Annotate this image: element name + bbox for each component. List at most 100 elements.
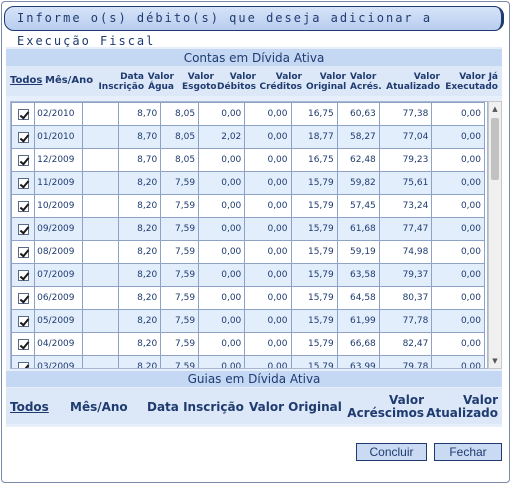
table-row: 11/2009 8,20 7,59 0,00 0,00 15,79 59,82 75,61 0,… <box>11 171 485 195</box>
cell-valor-esgoto: 7,59 <box>160 309 200 333</box>
cell-valor-agua: 8,20 <box>118 355 162 368</box>
checkbox-checked-icon[interactable] <box>17 154 29 166</box>
cell-data-inscricao <box>82 263 120 287</box>
checkbox-checked-icon[interactable] <box>17 200 29 212</box>
checkbox-checked-icon[interactable] <box>17 292 29 304</box>
cell-mes-ano: 12/2009 <box>34 148 84 172</box>
table-row: 12/2009 8,70 8,05 0,00 0,00 16,75 62,48 79,23 0,… <box>11 148 485 172</box>
cell-data-inscricao <box>82 309 120 333</box>
cell-valor-debitos: 0,00 <box>198 332 246 356</box>
cell-valor-atualizado: 77,04 <box>378 125 433 149</box>
cell-valor-ja-executado: 0,00 <box>431 217 485 241</box>
guias-select-all-link[interactable]: Todos <box>10 401 49 414</box>
cell-valor-acres: 61,99 <box>336 309 380 333</box>
checkbox-checked-icon[interactable] <box>17 269 29 281</box>
table-row: 01/2010 8,70 8,05 2,02 0,00 18,77 58,27 77,04 0,… <box>11 125 485 149</box>
cell-valor-original: 15,79 <box>290 194 338 218</box>
table-row: 02/2010 8,70 8,05 0,00 0,00 16,75 60,63 77,38 0,… <box>11 102 485 126</box>
guias-header-data-inscricao: Data Inscrição <box>147 400 244 414</box>
select-all-link[interactable]: Todos <box>10 76 42 86</box>
cell-valor-atualizado: 77,78 <box>378 309 433 333</box>
row-checkbox[interactable] <box>11 240 36 264</box>
checkbox-checked-icon[interactable] <box>17 315 29 327</box>
checkbox-checked-icon[interactable] <box>17 246 29 258</box>
cell-valor-atualizado: 73,24 <box>378 194 433 218</box>
cell-valor-creditos: 0,00 <box>244 332 292 356</box>
cell-valor-acres: 59,82 <box>336 171 380 195</box>
cell-valor-agua: 8,20 <box>118 171 162 195</box>
cell-valor-ja-executado: 0,00 <box>431 309 485 333</box>
row-checkbox[interactable] <box>11 263 36 287</box>
cell-valor-creditos: 0,00 <box>244 286 292 310</box>
cell-valor-acres: 63,99 <box>336 355 380 368</box>
cell-valor-original: 18,77 <box>290 125 338 149</box>
header-valor-agua: Valor Água <box>147 72 174 92</box>
row-checkbox[interactable] <box>11 148 36 172</box>
cell-valor-acres: 63,58 <box>336 263 380 287</box>
row-checkbox[interactable] <box>11 171 36 195</box>
cell-valor-original: 16,75 <box>290 148 338 172</box>
cell-mes-ano: 03/2009 <box>34 355 84 368</box>
cell-valor-acres: 66,68 <box>336 332 380 356</box>
cell-valor-atualizado: 79,23 <box>378 148 433 172</box>
row-checkbox[interactable] <box>11 309 36 333</box>
cell-valor-ja-executado: 0,00 <box>431 240 485 264</box>
header-data-inscricao: Data Inscrição <box>98 72 144 92</box>
cell-valor-creditos: 0,00 <box>244 125 292 149</box>
row-checkbox[interactable] <box>11 125 36 149</box>
cell-data-inscricao <box>82 194 120 218</box>
checkbox-checked-icon[interactable] <box>17 131 29 143</box>
cell-valor-esgoto: 7,59 <box>160 217 200 241</box>
cell-mes-ano: 02/2010 <box>34 102 84 126</box>
cell-valor-debitos: 0,00 <box>198 309 246 333</box>
contas-table: 02/2010 8,70 8,05 0,00 0,00 16,75 60,63 77,38 0,… <box>11 102 485 368</box>
contas-scrollbar[interactable]: ▲ ▼ <box>488 101 502 369</box>
cell-data-inscricao <box>82 286 120 310</box>
cell-valor-agua: 8,20 <box>118 332 162 356</box>
row-checkbox[interactable] <box>11 286 36 310</box>
cell-valor-agua: 8,20 <box>118 309 162 333</box>
table-row: 10/2009 8,20 7,59 0,00 0,00 15,79 57,45 73,24 0,… <box>11 194 485 218</box>
cell-valor-agua: 8,20 <box>118 286 162 310</box>
row-checkbox[interactable] <box>11 194 36 218</box>
cell-valor-ja-executado: 0,00 <box>431 148 485 172</box>
fechar-button[interactable]: Fechar <box>434 443 502 461</box>
cell-mes-ano: 01/2010 <box>34 125 84 149</box>
cell-valor-ja-executado: 0,00 <box>431 332 485 356</box>
checkbox-checked-icon[interactable] <box>17 223 29 235</box>
cell-data-inscricao <box>82 332 120 356</box>
table-row: 03/2009 8,20 7,59 0,00 0,00 15,79 63,99 79,78 0,… <box>11 355 485 368</box>
scroll-up-icon[interactable]: ▲ <box>489 102 501 116</box>
checkbox-checked-icon[interactable] <box>17 338 29 350</box>
cell-valor-ja-executado: 0,00 <box>431 355 485 368</box>
guias-header-valor-original: Valor Original <box>249 400 342 414</box>
guias-column-headers: Todos Mês/Ano Data Inscrição Valor Origi… <box>6 388 502 424</box>
row-checkbox[interactable] <box>11 102 36 126</box>
header-valor-esgoto: Valor Esgoto <box>182 72 217 92</box>
concluir-button[interactable]: Concluir <box>356 443 427 461</box>
table-row: 08/2009 8,20 7,59 0,00 0,00 15,79 59,19 74,98 0,… <box>11 240 485 264</box>
cell-mes-ano: 11/2009 <box>34 171 84 195</box>
checkbox-checked-icon[interactable] <box>17 177 29 189</box>
cell-valor-atualizado: 75,61 <box>378 171 433 195</box>
cell-valor-creditos: 0,00 <box>244 240 292 264</box>
row-checkbox[interactable] <box>11 217 36 241</box>
cell-data-inscricao <box>82 355 120 368</box>
checkbox-checked-icon[interactable] <box>17 108 29 120</box>
header-valor-debitos: Valor Débitos <box>217 72 256 92</box>
scroll-down-icon[interactable]: ▼ <box>489 354 501 368</box>
row-checkbox[interactable] <box>11 355 36 368</box>
cell-valor-atualizado: 80,37 <box>378 286 433 310</box>
checkbox-checked-icon[interactable] <box>17 361 29 368</box>
cell-valor-esgoto: 7,59 <box>160 286 200 310</box>
cell-valor-ja-executado: 0,00 <box>431 171 485 195</box>
cell-valor-debitos: 0,00 <box>198 240 246 264</box>
row-checkbox[interactable] <box>11 332 36 356</box>
cell-valor-debitos: 0,00 <box>198 194 246 218</box>
cell-valor-agua: 8,70 <box>118 125 162 149</box>
cell-valor-debitos: 2,02 <box>198 125 246 149</box>
guias-header-valor-acrescimos: Valor Acréscimos <box>347 393 424 420</box>
scroll-thumb[interactable] <box>491 118 499 180</box>
cell-valor-agua: 8,20 <box>118 194 162 218</box>
cell-valor-original: 15,79 <box>290 240 338 264</box>
